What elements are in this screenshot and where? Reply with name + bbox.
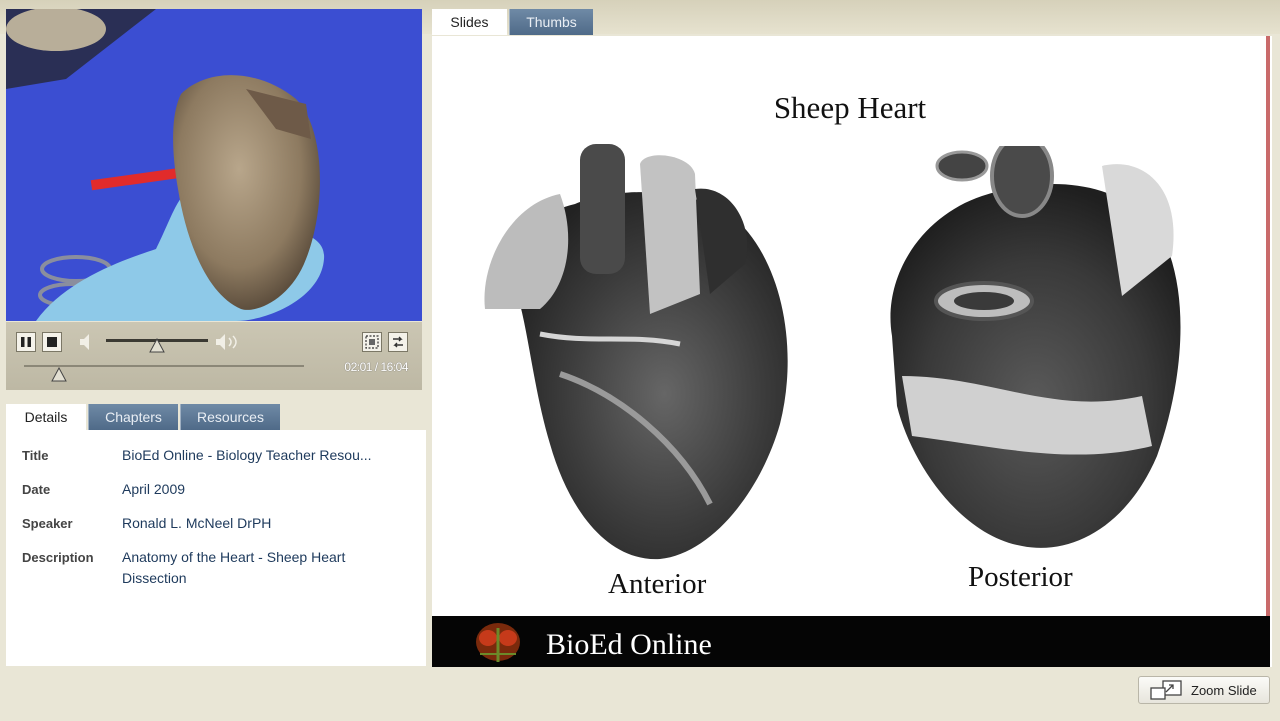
zoom-slide-button[interactable]: Zoom Slide [1138,676,1270,704]
duration: 16:04 [380,360,408,374]
footer-brand: BioEd Online [546,628,712,661]
bioed-logo-icon [476,623,520,662]
speaker-label: Speaker [22,516,73,531]
fullscreen-button[interactable] [362,332,382,352]
title-value: BioEd Online - Biology Teacher Resou... [122,447,372,463]
time-display: 02:01 / 16:04 [344,360,408,374]
zoom-slide-label: Zoom Slide [1191,682,1257,698]
speaker-value: Ronald L. McNeel DrPH [122,515,272,531]
tab-slides[interactable]: Slides [432,9,507,35]
tab-resources[interactable]: Resources [180,404,280,430]
slide-title: Sheep Heart [773,90,927,125]
time-separator: / [374,360,378,374]
pause-button[interactable] [16,332,36,352]
volume-max-icon[interactable] [214,332,244,352]
stop-button[interactable] [42,332,62,352]
fullscreen-icon [365,335,379,349]
date-label: Date [22,482,51,497]
slide-panel: Sheep Heart Anterior Posterior [432,36,1272,667]
description-value: Anatomy of the Heart - Sheep Heart Disse… [122,549,346,586]
current-time: 02:01 [344,360,372,374]
tab-chapters[interactable]: Chapters [88,404,178,430]
volume-slider-thumb[interactable] [149,338,165,354]
stop-icon [47,337,57,347]
tab-thumbs[interactable]: Thumbs [509,9,593,35]
anterior-caption: Anterior [608,568,707,600]
details-panel: Title BioEd Online - Biology Teacher Res… [6,430,426,666]
anterior-heart-image [484,144,788,560]
slide-accent-line [1266,36,1270,616]
video-image [6,9,422,321]
slide-footer: BioEd Online [432,616,1270,667]
posterior-caption: Posterior [968,561,1073,593]
zoom-slide-icon [1150,680,1182,700]
description-label: Description [22,550,94,565]
swap-layout-icon [393,336,403,348]
title-label: Title [22,448,49,463]
date-value: April 2009 [122,481,186,497]
video-frame[interactable] [6,9,422,321]
posterior-heart-image [890,146,1181,548]
volume-mute-icon[interactable] [78,332,94,352]
seek-bar-thumb[interactable] [51,367,68,383]
swap-layout-button[interactable] [388,332,408,352]
tab-details[interactable]: Details [6,404,86,430]
pause-icon [21,337,31,347]
video-controls: 02:01 / 16:04 [6,322,422,390]
